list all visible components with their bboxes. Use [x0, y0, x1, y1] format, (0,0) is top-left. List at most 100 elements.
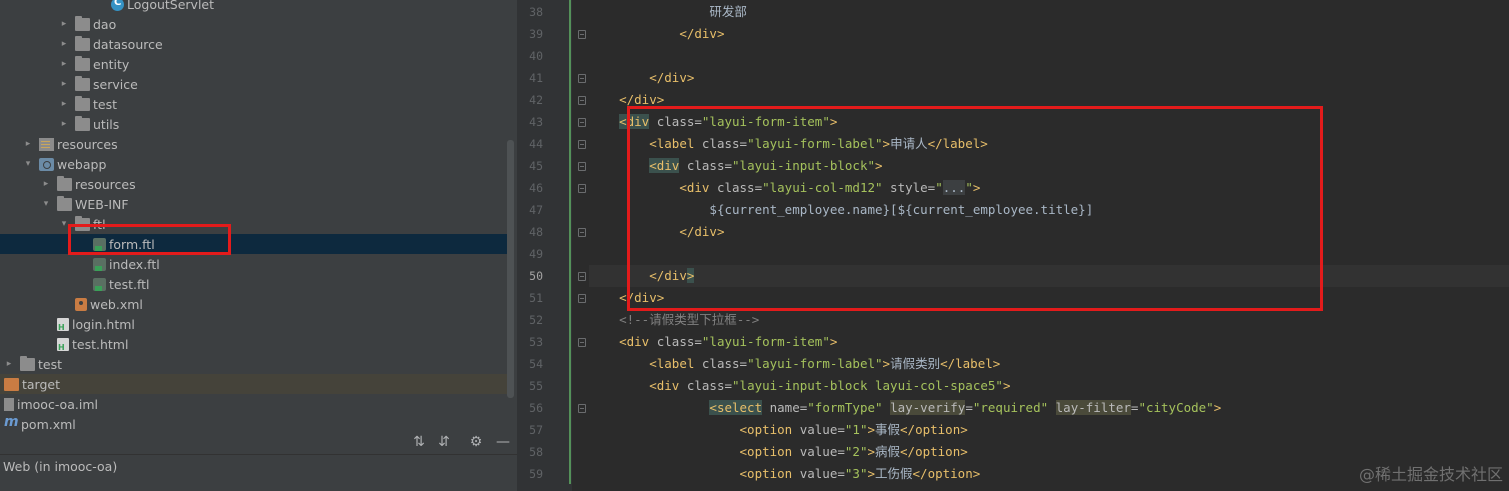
code-line[interactable]: </div>: [589, 23, 1509, 45]
chevron-right-icon[interactable]: ▸: [59, 58, 69, 70]
chevron-right-icon[interactable]: ▸: [23, 138, 33, 150]
tree-item-test-ftl[interactable]: test.ftl: [0, 274, 507, 294]
tree-item-imooc-oa-iml[interactable]: imooc-oa.iml: [0, 394, 507, 414]
line-number: 57: [529, 423, 543, 437]
tree-item-label: resources: [57, 136, 118, 152]
code-token: style=: [882, 180, 936, 195]
tree-item-entity[interactable]: ▸ entity: [0, 54, 507, 74]
code-line[interactable]: <option value="2">病假</option>: [589, 441, 1509, 463]
expand-all-icon[interactable]: ⇅: [411, 434, 427, 450]
code-token: </div>: [679, 26, 725, 41]
folder-icon: [57, 175, 72, 191]
line-number: 46: [529, 181, 543, 195]
code-line[interactable]: <select name="formType" lay-verify="requ…: [589, 397, 1509, 419]
tree-item-test[interactable]: ▸ test: [0, 94, 507, 114]
tree-item-index-ftl[interactable]: index.ftl: [0, 254, 507, 274]
tree-item-web-xml[interactable]: web.xml: [0, 294, 507, 314]
code-line[interactable]: <label class="layui-form-label">申请人</lab…: [589, 133, 1509, 155]
code-line[interactable]: [589, 45, 1509, 67]
chevron-down-icon[interactable]: ▾: [59, 218, 69, 230]
tree-item-resources[interactable]: ▸ resources: [0, 134, 507, 154]
code-line[interactable]: </div>: [589, 67, 1509, 89]
code-line[interactable]: </div>: [589, 287, 1509, 309]
fold-marker-icon[interactable]: [578, 140, 586, 149]
code-token: value=: [792, 422, 845, 437]
code-token: >: [972, 180, 981, 195]
code-line[interactable]: </div>: [589, 265, 1509, 287]
target-folder-icon: [4, 377, 19, 391]
tree-item-web-inf[interactable]: ▾ WEB-INF: [0, 194, 507, 214]
code-line[interactable]: <div class="layui-col-md12" style="...">: [589, 177, 1509, 199]
code-line[interactable]: <div class="layui-input-block">: [589, 155, 1509, 177]
code-token: =: [965, 400, 973, 415]
code-line[interactable]: <label class="layui-form-label">请假类别</la…: [589, 353, 1509, 375]
code-line[interactable]: <div class="layui-form-item">: [589, 331, 1509, 353]
tree-item-target[interactable]: target: [0, 374, 507, 394]
tree-item-login-html[interactable]: login.html: [0, 314, 507, 334]
tree-item-form-ftl[interactable]: form.ftl: [0, 234, 507, 254]
code-line[interactable]: [589, 243, 1509, 265]
fold-marker-icon[interactable]: [578, 30, 586, 39]
code-line[interactable]: <div class="layui-input-block layui-col-…: [589, 375, 1509, 397]
fold-marker-icon[interactable]: [578, 404, 586, 413]
fold-marker-icon[interactable]: [578, 338, 586, 347]
project-tree-scrollbar[interactable]: [507, 140, 514, 398]
code-token: </div>: [619, 290, 665, 305]
code-line[interactable]: ${current_employee.name}[${current_emplo…: [589, 199, 1509, 221]
code-line[interactable]: </div>: [589, 221, 1509, 243]
tree-item-webapp[interactable]: ▾ webapp: [0, 154, 507, 174]
chevron-right-icon[interactable]: ▸: [59, 18, 69, 30]
fold-marker-icon[interactable]: [578, 272, 586, 281]
code-line[interactable]: <option value="1">事假</option>: [589, 419, 1509, 441]
code-line[interactable]: <!--请假类型下拉框-->: [589, 309, 1509, 331]
folder-icon: [75, 115, 90, 131]
ftl-file-icon: [93, 277, 106, 291]
tree-item-utils[interactable]: ▸ utils: [0, 114, 507, 134]
code-editor[interactable]: 38 39 40 41 42 43 44 45 46 47 48 49 50 51 52 53 54 55 56 57…: [517, 0, 1509, 491]
folder-icon: [75, 35, 90, 51]
iml-file-icon: [4, 397, 14, 411]
code-line[interactable]: 研发部: [589, 1, 1509, 23]
code-token: 事假: [875, 422, 901, 437]
code-line[interactable]: <div class="layui-form-item">: [589, 111, 1509, 133]
tree-item-service[interactable]: ▸ service: [0, 74, 507, 94]
fold-marker-icon[interactable]: [578, 162, 586, 171]
tree-item-logoutservlet[interactable]: LogoutServlet: [0, 0, 507, 14]
chevron-right-icon[interactable]: ▸: [4, 358, 14, 370]
tree-item-resources[interactable]: ▸ resources: [0, 174, 507, 194]
tree-item-dao[interactable]: ▸ dao: [0, 14, 507, 34]
gear-icon[interactable]: ⚙: [468, 434, 484, 450]
chevron-right-icon[interactable]: ▸: [41, 178, 51, 190]
tree-item-label: resources: [75, 176, 136, 192]
tree-item-label: index.ftl: [109, 256, 160, 272]
tree-item-label: target: [22, 376, 61, 392]
line-number: 52: [529, 313, 543, 327]
fold-marker-icon[interactable]: [578, 228, 586, 237]
chevron-down-icon[interactable]: ▾: [23, 158, 33, 170]
tree-item-test[interactable]: ▸ test: [0, 354, 507, 374]
code-token: ": [965, 180, 973, 195]
tree-item-test-html[interactable]: test.html: [0, 334, 507, 354]
fold-marker-icon[interactable]: [578, 74, 586, 83]
tree-item-ftl[interactable]: ▾ ftl: [0, 214, 507, 234]
collapse-all-icon[interactable]: ⇵: [436, 434, 452, 450]
code-line[interactable]: </div>: [589, 89, 1509, 111]
fold-marker-icon[interactable]: [578, 118, 586, 127]
fold-marker-icon[interactable]: [578, 294, 586, 303]
fold-marker-icon[interactable]: [578, 184, 586, 193]
code-token: <option: [739, 466, 793, 481]
chevron-right-icon[interactable]: ▸: [59, 98, 69, 110]
chevron-right-icon[interactable]: ▸: [59, 38, 69, 50]
code-token: "layui-form-label": [747, 356, 883, 371]
chevron-down-icon[interactable]: ▾: [41, 198, 51, 210]
chevron-right-icon[interactable]: ▸: [59, 78, 69, 90]
minimize-icon[interactable]: —: [495, 434, 511, 450]
fold-marker-icon[interactable]: [578, 96, 586, 105]
code-area[interactable]: 研发部 </div> </div> </div> <div class="lay…: [589, 0, 1509, 491]
tree-item-datasource[interactable]: ▸ datasource: [0, 34, 507, 54]
code-token: <select: [709, 400, 763, 415]
code-token: >: [829, 334, 838, 349]
chevron-right-icon[interactable]: ▸: [59, 118, 69, 130]
tree-item-label: service: [93, 76, 138, 92]
code-token: 请假类别: [890, 356, 941, 371]
